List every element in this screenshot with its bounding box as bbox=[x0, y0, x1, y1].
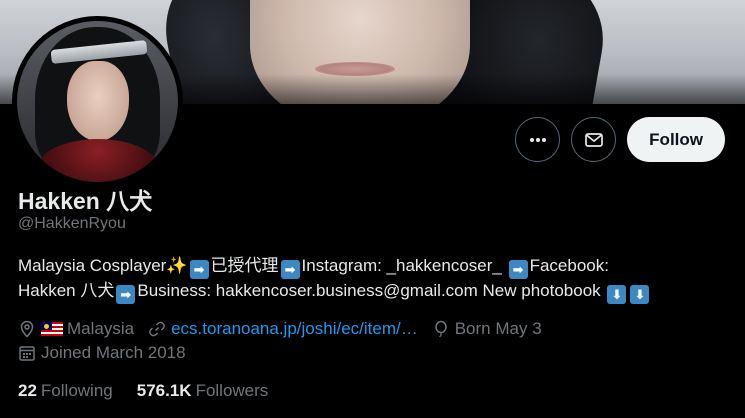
location: Malaysia bbox=[18, 317, 134, 341]
sparkle-icon: ✨ bbox=[166, 256, 188, 275]
joined-text: Joined March 2018 bbox=[41, 343, 186, 362]
follow-stats: 22 Following 576.1K Followers bbox=[18, 381, 268, 401]
bio-text: Business: hakkencoser.business@gmail.com… bbox=[137, 281, 601, 300]
arrow-right-icon: ➡ bbox=[116, 285, 136, 304]
followers-link[interactable]: 576.1K Followers bbox=[137, 381, 269, 401]
followers-label: Followers bbox=[195, 381, 269, 400]
following-label: Following bbox=[40, 381, 113, 400]
profile-actions: Follow bbox=[515, 117, 725, 162]
profile-bio: Malaysia Cosplayer✨ ➡ 已授代理 ➡ Instagram: _hak… bbox=[18, 254, 728, 304]
birthday: Born May 3 bbox=[432, 317, 542, 341]
bio-text: 已授代理 bbox=[210, 256, 279, 275]
arrow-right-icon: ➡ bbox=[508, 260, 528, 279]
more-button[interactable] bbox=[515, 117, 561, 162]
profile-meta: Malaysia ecs.toranoana.jp/joshi/ec/item/… bbox=[18, 317, 728, 365]
arrow-down-icon: ⬇ bbox=[630, 285, 650, 304]
display-name: Hakken 八犬 bbox=[18, 188, 153, 214]
joined-date: Joined March 2018 bbox=[18, 341, 186, 365]
following-link[interactable]: 22 Following bbox=[18, 381, 113, 401]
birthday-text: Born May 3 bbox=[454, 319, 542, 338]
more-icon bbox=[529, 137, 546, 142]
bio-text: Malaysia Cosplayer bbox=[18, 256, 167, 275]
avatar[interactable] bbox=[12, 16, 183, 187]
link-icon bbox=[149, 321, 165, 337]
envelope-icon bbox=[584, 132, 603, 147]
location-text: Malaysia bbox=[67, 319, 135, 338]
arrow-down-icon: ⬇ bbox=[607, 285, 627, 304]
follow-button[interactable]: Follow bbox=[627, 117, 725, 162]
following-count: 22 bbox=[18, 381, 37, 400]
balloon-icon bbox=[434, 320, 447, 338]
website[interactable]: ecs.toranoana.jp/joshi/ec/item/… bbox=[148, 317, 418, 341]
website-link[interactable]: ecs.toranoana.jp/joshi/ec/item/… bbox=[171, 317, 418, 341]
bio-text: Facebook: bbox=[529, 256, 609, 275]
malaysia-flag-icon bbox=[41, 322, 63, 336]
location-pin-icon bbox=[20, 320, 34, 338]
arrow-right-icon: ➡ bbox=[280, 260, 300, 279]
followers-count: 576.1K bbox=[136, 381, 192, 400]
bio-text: Instagram: _hakkencoser_ bbox=[301, 256, 502, 275]
calendar-icon bbox=[19, 346, 35, 361]
arrow-right-icon: ➡ bbox=[189, 260, 209, 279]
user-handle: @HakkenRyou bbox=[18, 215, 126, 232]
message-button[interactable] bbox=[571, 117, 617, 162]
bio-text: Hakken 八犬 bbox=[18, 281, 115, 300]
